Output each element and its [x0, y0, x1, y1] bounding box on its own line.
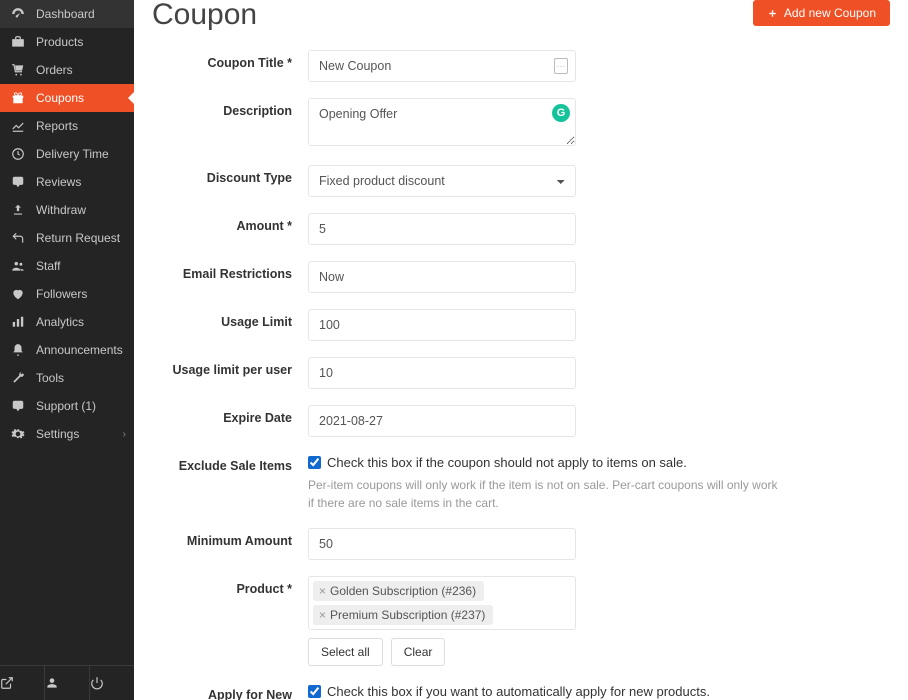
exclude-sale-items-label: Exclude Sale Items [152, 453, 308, 473]
cart-icon [10, 63, 26, 77]
sidebar-item-label: Delivery Time [36, 147, 109, 161]
sidebar-item-label: Settings [36, 427, 79, 441]
sidebar-item-label: Products [36, 35, 83, 49]
sidebar-item-label: Staff [36, 259, 60, 273]
sidebar-item-label: Orders [36, 63, 73, 77]
description-textarea[interactable]: Opening Offer [308, 98, 576, 146]
sidebar-item-reviews[interactable]: Reviews [0, 168, 134, 196]
sidebar-item-dashboard[interactable]: Dashboard [0, 0, 134, 28]
sidebar-item-staff[interactable]: Staff [0, 252, 134, 280]
discount-type-select[interactable]: Fixed product discount [308, 165, 576, 197]
coupon-title-label: Coupon Title * [152, 50, 308, 70]
users-icon [10, 259, 26, 273]
clear-button[interactable]: Clear [391, 638, 446, 666]
amount-label: Amount * [152, 213, 308, 233]
apply-new-products-text: Check this box if you want to automatica… [327, 684, 710, 699]
user-button[interactable] [45, 666, 90, 700]
sidebar-item-products[interactable]: Products [0, 28, 134, 56]
sidebar-item-orders[interactable]: Orders [0, 56, 134, 84]
apply-new-products-label: Apply for New Products [152, 682, 308, 700]
sidebar-item-label: Analytics [36, 315, 84, 329]
expire-date-label: Expire Date [152, 405, 308, 425]
remove-tag-icon[interactable]: × [317, 608, 328, 622]
sidebar-item-label: Coupons [36, 91, 84, 105]
discount-type-label: Discount Type [152, 165, 308, 185]
product-tag-label: Premium Subscription (#237) [330, 608, 485, 622]
sidebar-item-label: Dashboard [36, 7, 95, 21]
sidebar-item-delivery-time[interactable]: Delivery Time [0, 140, 134, 168]
wrench-icon [10, 371, 26, 385]
undo-icon [10, 231, 26, 245]
heart-icon [10, 287, 26, 301]
sidebar-item-settings[interactable]: Settings › [0, 420, 134, 448]
plus-icon [767, 8, 778, 19]
sidebar-item-support-1-[interactable]: Support (1) [0, 392, 134, 420]
usage-limit-input[interactable] [308, 309, 576, 341]
usage-limit-label: Usage Limit [152, 309, 308, 329]
product-tag: ×Golden Subscription (#236) [313, 581, 484, 601]
sidebar-item-analytics[interactable]: Analytics [0, 308, 134, 336]
amount-input[interactable] [308, 213, 576, 245]
product-label: Product * [152, 576, 308, 596]
product-tag-label: Golden Subscription (#236) [330, 584, 476, 598]
lastpass-icon[interactable]: ⋯ [554, 58, 568, 74]
sidebar: Dashboard Products Orders Coupons Reports Del… [0, 0, 134, 700]
usage-limit-per-user-input[interactable] [308, 357, 576, 389]
usage-limit-per-user-label: Usage limit per user [152, 357, 308, 377]
email-restrictions-label: Email Restrictions [152, 261, 308, 281]
email-restrictions-input[interactable] [308, 261, 576, 293]
power-button[interactable] [90, 666, 134, 700]
gift-icon [10, 91, 26, 105]
coupon-title-input[interactable] [308, 50, 576, 82]
sidebar-item-reports[interactable]: Reports [0, 112, 134, 140]
upload-icon [10, 203, 26, 217]
exclude-sale-items-help: Per-item coupons will only work if the i… [308, 476, 778, 512]
exclude-sale-items-checkbox[interactable] [308, 456, 321, 469]
exclude-sale-items-text: Check this box if the coupon should not … [327, 455, 687, 470]
sidebar-item-tools[interactable]: Tools [0, 364, 134, 392]
sidebar-item-label: Reviews [36, 175, 81, 189]
minimum-amount-input[interactable] [308, 528, 576, 560]
sidebar-item-label: Return Request [36, 231, 120, 245]
sidebar-item-withdraw[interactable]: Withdraw [0, 196, 134, 224]
sidebar-item-label: Withdraw [36, 203, 86, 217]
sidebar-item-label: Support (1) [36, 399, 96, 413]
description-label: Description [152, 98, 308, 118]
bell-icon [10, 343, 26, 357]
sidebar-item-coupons[interactable]: Coupons [0, 84, 134, 112]
bars-icon [10, 315, 26, 329]
remove-tag-icon[interactable]: × [317, 584, 328, 598]
grammarly-icon[interactable]: G [552, 104, 570, 122]
chart-icon [10, 119, 26, 133]
tachometer-icon [10, 7, 26, 21]
minimum-amount-label: Minimum Amount [152, 528, 308, 548]
chevron-right-icon: › [123, 429, 126, 440]
sidebar-item-followers[interactable]: Followers [0, 280, 134, 308]
comment-icon [10, 175, 26, 189]
briefcase-icon [10, 35, 26, 49]
apply-new-products-checkbox[interactable] [308, 685, 321, 698]
product-select[interactable]: ×Golden Subscription (#236)×Premium Subs… [308, 576, 576, 630]
sidebar-item-label: Announcements [36, 343, 123, 357]
main-content: Coupon Add new Coupon Coupon Title * ⋯ D… [134, 0, 908, 700]
sidebar-item-announcements[interactable]: Announcements [0, 336, 134, 364]
clock-icon [10, 147, 26, 161]
add-new-coupon-button[interactable]: Add new Coupon [753, 0, 890, 26]
sidebar-item-label: Reports [36, 119, 78, 133]
gear-icon [10, 427, 26, 441]
product-tag: ×Premium Subscription (#237) [313, 605, 493, 625]
sidebar-bottom-bar [0, 665, 134, 700]
page-title: Coupon [152, 0, 257, 32]
external-link-button[interactable] [0, 666, 45, 700]
expire-date-input[interactable] [308, 405, 576, 437]
select-all-button[interactable]: Select all [308, 638, 383, 666]
add-button-label: Add new Coupon [784, 6, 876, 20]
sidebar-item-return-request[interactable]: Return Request [0, 224, 134, 252]
sidebar-item-label: Tools [36, 371, 64, 385]
comment-icon [10, 399, 26, 413]
sidebar-item-label: Followers [36, 287, 87, 301]
